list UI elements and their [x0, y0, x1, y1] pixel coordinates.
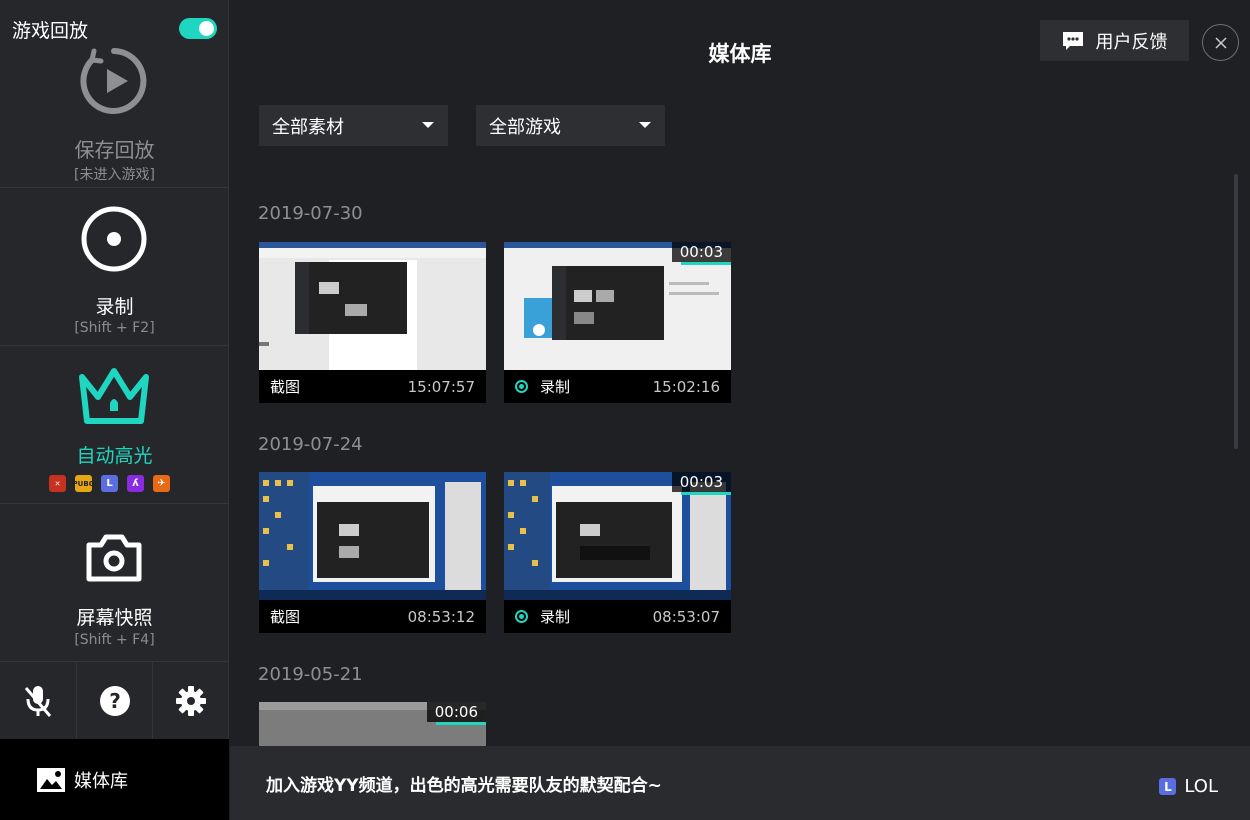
- app-window: 游戏回放 保存回放 [未进入游戏] 录制 [Shift + F2] 自动高光 ✕…: [0, 0, 1250, 820]
- screen-snapshot-button[interactable]: 屏幕快照 [Shift + F4]: [0, 505, 229, 662]
- media-item[interactable]: 00:03 录制 08:53:07: [504, 472, 731, 633]
- material-filter-dropdown[interactable]: 全部素材: [259, 105, 448, 146]
- media-time: 15:07:57: [407, 377, 475, 396]
- feedback-button[interactable]: 用户反馈: [1040, 20, 1189, 61]
- snapshot-label: 屏幕快照: [76, 607, 153, 629]
- auto-highlight-button[interactable]: 自动高光 ✕ PUBG L ʎ ✈: [0, 347, 229, 504]
- media-time: 15:02:16: [652, 377, 720, 396]
- duration-badge: 00:03: [671, 472, 731, 492]
- replay-hint: [未进入游戏]: [74, 167, 155, 183]
- duration-accent: [681, 262, 731, 265]
- media-type: 录制: [540, 378, 571, 396]
- pubg-icon: PUBG: [73, 475, 94, 492]
- sidebar-tools: ?: [0, 662, 229, 739]
- snapshot-hint: [Shift + F4]: [74, 632, 155, 648]
- date-heading: 2019-05-21: [258, 664, 363, 685]
- duration-badge: 00:06: [426, 702, 486, 722]
- record-dot-icon: [515, 610, 528, 623]
- media-library-label: 媒体库: [74, 770, 128, 792]
- record-button[interactable]: 录制 [Shift + F2]: [0, 189, 229, 346]
- media-item[interactable]: 00:06: [259, 702, 486, 746]
- supported-games: ✕ PUBG L ʎ ✈: [49, 475, 170, 492]
- replay-label: 保存回放: [74, 138, 155, 162]
- sidebar: 游戏回放 保存回放 [未进入游戏] 录制 [Shift + F2] 自动高光 ✕…: [0, 0, 229, 820]
- duration-accent: [681, 492, 731, 495]
- chevron-down-icon: [639, 122, 651, 128]
- date-heading: 2019-07-30: [258, 203, 363, 224]
- mic-off-icon: [24, 685, 51, 717]
- material-filter-value: 全部素材: [272, 116, 344, 138]
- media-type: 录制: [540, 608, 571, 626]
- record-hint: [Shift + F2]: [74, 320, 155, 336]
- game-tag-label: LOL: [1184, 776, 1218, 797]
- dota2-icon: ✕: [49, 475, 66, 492]
- replay-section: 游戏回放 保存回放 [未进入游戏]: [0, 0, 229, 188]
- media-item[interactable]: 截图 15:07:57: [259, 242, 486, 403]
- media-type: 截图: [270, 608, 301, 626]
- media-type: 截图: [270, 378, 301, 396]
- close-icon: [1214, 36, 1227, 49]
- image-icon: [37, 767, 65, 792]
- mute-mic-button[interactable]: [0, 662, 77, 739]
- media-item-footer: 录制 08:53:07: [504, 600, 731, 633]
- media-item[interactable]: 截图 08:53:12: [259, 472, 486, 633]
- game-tag[interactable]: L LOL: [1159, 776, 1218, 797]
- game-filter-dropdown[interactable]: 全部游戏: [476, 105, 665, 146]
- feedback-label: 用户反馈: [1095, 31, 1168, 53]
- save-replay-button[interactable]: 保存回放 [未进入游戏]: [0, 0, 229, 188]
- close-button[interactable]: [1202, 24, 1239, 61]
- help-icon: ?: [99, 685, 130, 716]
- bottom-tip-bar: 加入游戏YY频道，出色的高光需要队友的默契配合~ L LOL: [230, 746, 1250, 820]
- record-icon: [81, 206, 147, 272]
- media-time: 08:53:12: [407, 607, 475, 626]
- duration-badge: 00:03: [671, 242, 731, 262]
- gear-icon: [176, 685, 207, 716]
- lol-icon: L: [101, 475, 118, 492]
- media-item-footer: 截图 15:07:57: [259, 370, 486, 403]
- chevron-down-icon: [422, 122, 434, 128]
- chat-bubble-icon: [1062, 31, 1083, 50]
- media-item[interactable]: 00:03 录制 15:02:16: [504, 242, 731, 403]
- apex-icon: ʎ: [127, 475, 144, 492]
- replay-icon: [80, 48, 147, 114]
- crown-icon: [79, 368, 149, 424]
- lol-icon: L: [1159, 778, 1177, 795]
- svg-text:?: ?: [109, 689, 121, 713]
- date-heading: 2019-07-24: [258, 434, 363, 455]
- main-panel: 媒体库 用户反馈 全部素材 全部游戏 2019-07-30 截图 15:07:5…: [230, 0, 1250, 820]
- highlight-label: 自动高光: [76, 445, 153, 467]
- media-library-nav[interactable]: 媒体库: [0, 739, 229, 820]
- help-button[interactable]: ?: [77, 662, 154, 739]
- media-item-footer: 截图 08:53:12: [259, 600, 486, 633]
- game-filter-value: 全部游戏: [489, 116, 561, 138]
- thumbnail: [259, 242, 486, 370]
- thumbnail: [259, 472, 486, 600]
- csgo-icon: ✈: [153, 475, 170, 492]
- media-item-footer: 录制 15:02:16: [504, 370, 731, 403]
- media-time: 08:53:07: [652, 607, 720, 626]
- settings-button[interactable]: [153, 662, 229, 739]
- bottom-tip-text: 加入游戏YY频道，出色的高光需要队友的默契配合~: [266, 775, 662, 796]
- record-label: 录制: [95, 296, 134, 318]
- duration-accent: [436, 722, 486, 725]
- scrollbar[interactable]: [1234, 174, 1238, 449]
- record-dot-icon: [515, 380, 528, 393]
- camera-icon: [86, 534, 142, 582]
